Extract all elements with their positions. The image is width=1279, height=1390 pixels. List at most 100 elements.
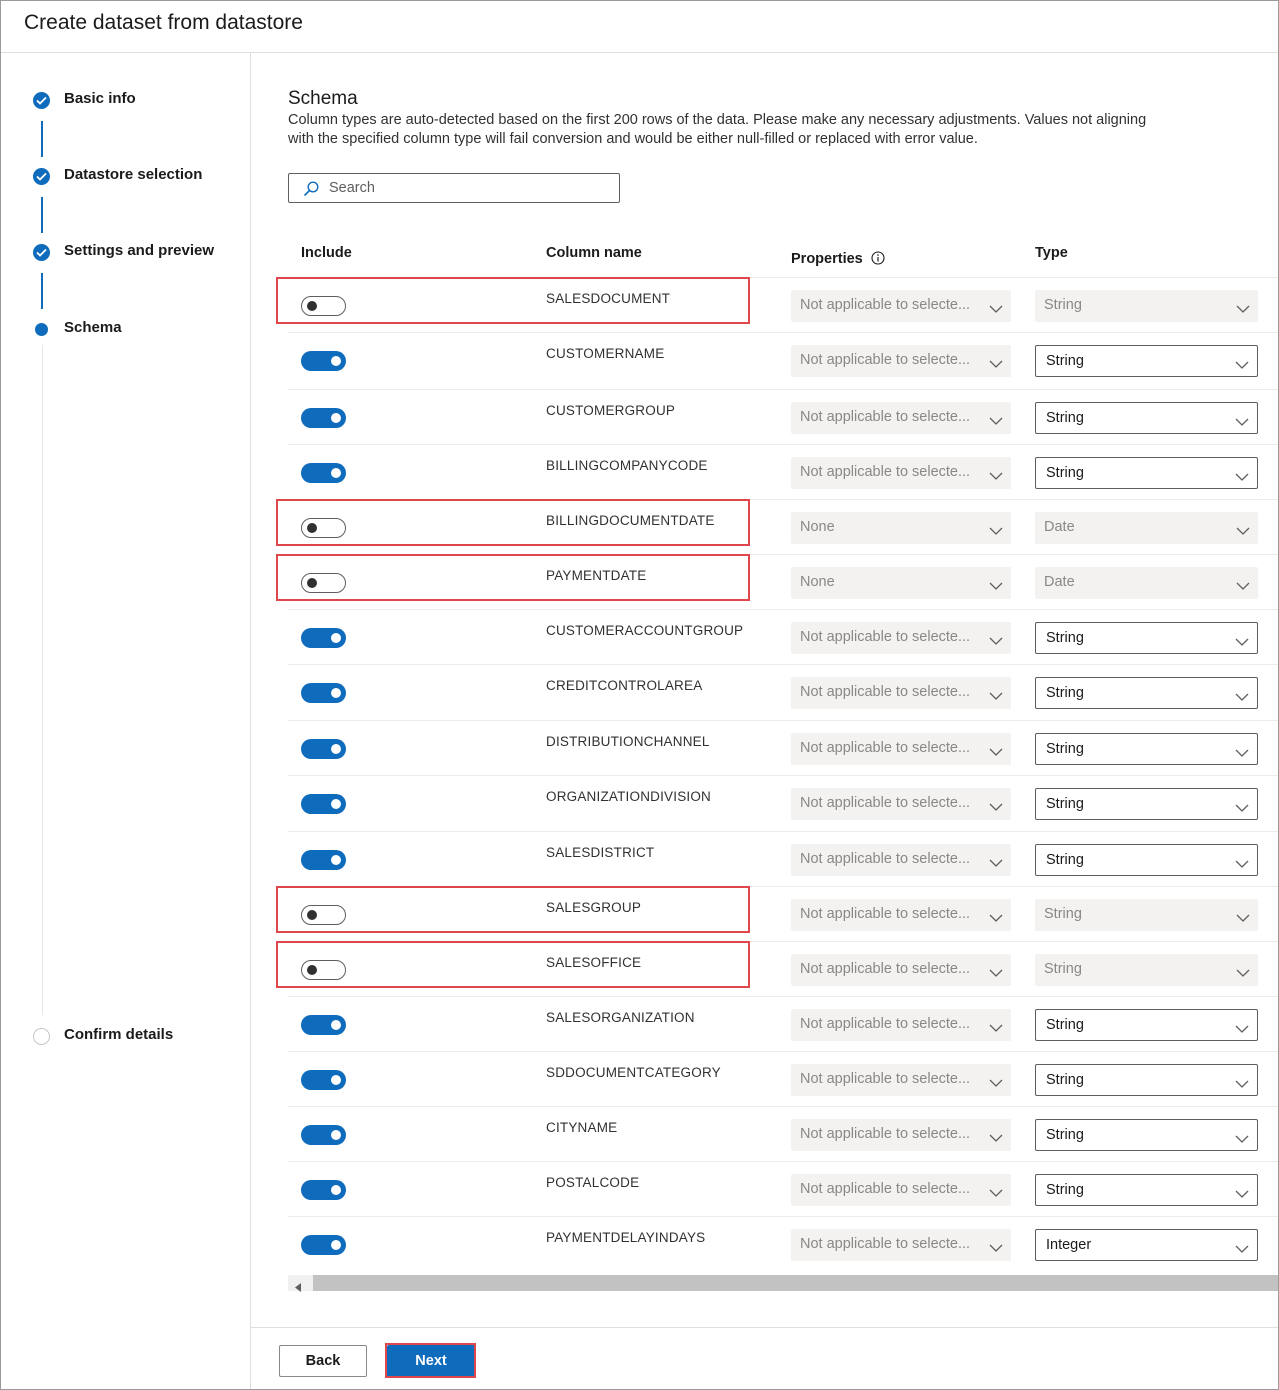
column-name: SDDOCUMENTCATEGORY: [546, 1065, 721, 1080]
type-dropdown[interactable]: Date: [1035, 567, 1258, 599]
type-dropdown[interactable]: String: [1035, 844, 1258, 876]
type-dropdown[interactable]: String: [1035, 457, 1258, 489]
chevron-down-icon: [989, 798, 1003, 816]
include-toggle[interactable]: [301, 739, 346, 759]
type-dropdown[interactable]: String: [1035, 733, 1258, 765]
chevron-down-icon: [989, 1074, 1003, 1092]
type-value: String: [1044, 297, 1082, 313]
include-toggle[interactable]: [301, 1125, 346, 1145]
toggle-knob: [331, 855, 341, 865]
column-name: POSTALCODE: [546, 1175, 640, 1190]
type-dropdown[interactable]: String: [1035, 954, 1258, 986]
properties-dropdown[interactable]: Not applicable to selecte...: [791, 1064, 1011, 1096]
include-toggle[interactable]: [301, 408, 346, 428]
column-name: SALESDOCUMENT: [546, 291, 671, 306]
properties-dropdown[interactable]: Not applicable to selecte...: [791, 1009, 1011, 1041]
chevron-down-icon: [989, 1239, 1003, 1257]
include-toggle[interactable]: [301, 573, 346, 593]
chevron-down-icon: [989, 300, 1003, 318]
properties-dropdown[interactable]: Not applicable to selecte...: [791, 788, 1011, 820]
include-toggle[interactable]: [301, 1180, 346, 1200]
chevron-down-icon: [1235, 1020, 1249, 1038]
type-dropdown[interactable]: String: [1035, 622, 1258, 654]
type-value: String: [1046, 796, 1084, 812]
chevron-down-icon: [1235, 799, 1249, 817]
type-dropdown[interactable]: String: [1035, 1009, 1258, 1041]
include-toggle[interactable]: [301, 518, 346, 538]
properties-dropdown[interactable]: Not applicable to selecte...: [791, 1174, 1011, 1206]
search-input[interactable]: [329, 178, 609, 198]
column-name: CUSTOMERACCOUNTGROUP: [546, 623, 744, 638]
type-dropdown[interactable]: String: [1035, 1119, 1258, 1151]
include-toggle[interactable]: [301, 1015, 346, 1035]
table-row: SALESOFFICE Not applicable to selecte... S…: [276, 941, 1278, 997]
chevron-down-icon: [989, 355, 1003, 373]
type-value: String: [1046, 1017, 1084, 1033]
section-title: Schema: [288, 88, 358, 109]
properties-dropdown[interactable]: None: [791, 567, 1011, 599]
type-dropdown[interactable]: String: [1035, 899, 1258, 931]
properties-dropdown[interactable]: Not applicable to selecte...: [791, 457, 1011, 489]
include-toggle[interactable]: [301, 683, 346, 703]
type-dropdown[interactable]: String: [1035, 402, 1258, 434]
properties-dropdown[interactable]: None: [791, 512, 1011, 544]
header-type: Type: [1035, 245, 1068, 261]
scrollbar-thumb[interactable]: [313, 1275, 1278, 1291]
properties-dropdown[interactable]: Not applicable to selecte...: [791, 844, 1011, 876]
toggle-knob: [307, 910, 317, 920]
table-row: SALESDISTRICT Not applicable to selecte..…: [288, 831, 1278, 887]
column-name: SALESGROUP: [546, 900, 642, 915]
properties-dropdown[interactable]: Not applicable to selecte...: [791, 954, 1011, 986]
column-name: PAYMENTDELAYINDAYS: [546, 1230, 706, 1245]
toggle-knob: [331, 799, 341, 809]
include-toggle[interactable]: [301, 296, 346, 316]
next-button[interactable]: Next: [387, 1345, 475, 1377]
properties-value: Not applicable to selecte...: [800, 851, 971, 867]
chevron-down-icon: [1235, 633, 1249, 651]
type-dropdown[interactable]: String: [1035, 290, 1258, 322]
properties-dropdown[interactable]: Not applicable to selecte...: [791, 290, 1011, 322]
info-icon[interactable]: [871, 251, 885, 269]
scroll-left-icon[interactable]: [295, 1279, 302, 1297]
properties-dropdown[interactable]: Not applicable to selecte...: [791, 1119, 1011, 1151]
properties-dropdown[interactable]: Not applicable to selecte...: [791, 402, 1011, 434]
properties-dropdown[interactable]: Not applicable to selecte...: [791, 622, 1011, 654]
back-button[interactable]: Back: [279, 1345, 367, 1377]
type-dropdown[interactable]: Date: [1035, 512, 1258, 544]
include-toggle[interactable]: [301, 905, 346, 925]
properties-dropdown[interactable]: Not applicable to selecte...: [791, 733, 1011, 765]
properties-dropdown[interactable]: Not applicable to selecte...: [791, 899, 1011, 931]
column-name: CITYNAME: [546, 1120, 618, 1135]
toggle-knob: [331, 1185, 341, 1195]
check-icon: [33, 168, 50, 185]
type-dropdown[interactable]: String: [1035, 1064, 1258, 1096]
include-toggle[interactable]: [301, 1070, 346, 1090]
properties-value: Not applicable to selecte...: [800, 464, 971, 480]
type-dropdown[interactable]: String: [1035, 1174, 1258, 1206]
type-dropdown[interactable]: String: [1035, 788, 1258, 820]
column-name: CUSTOMERGROUP: [546, 403, 676, 418]
step-connector: [42, 345, 43, 1015]
horizontal-scrollbar[interactable]: [288, 1275, 1278, 1292]
type-value: String: [1046, 852, 1084, 868]
type-dropdown[interactable]: String: [1035, 677, 1258, 709]
include-toggle[interactable]: [301, 351, 346, 371]
include-toggle[interactable]: [301, 794, 346, 814]
include-toggle[interactable]: [301, 1235, 346, 1255]
type-value: String: [1046, 353, 1084, 369]
header-properties-label: Properties: [791, 251, 863, 267]
table-row: CREDITCONTROLAREA Not applicable to selec…: [288, 664, 1278, 720]
properties-dropdown[interactable]: Not applicable to selecte...: [791, 1229, 1011, 1261]
window-title: Create dataset from datastore: [24, 11, 303, 34]
properties-dropdown[interactable]: Not applicable to selecte...: [791, 677, 1011, 709]
chevron-down-icon: [1236, 577, 1250, 595]
include-toggle[interactable]: [301, 463, 346, 483]
include-toggle[interactable]: [301, 628, 346, 648]
type-dropdown[interactable]: Integer: [1035, 1229, 1258, 1261]
type-dropdown[interactable]: String: [1035, 345, 1258, 377]
include-toggle[interactable]: [301, 850, 346, 870]
search-box[interactable]: [288, 173, 620, 203]
properties-dropdown[interactable]: Not applicable to selecte...: [791, 345, 1011, 377]
search-icon: [303, 181, 319, 202]
include-toggle[interactable]: [301, 960, 346, 980]
